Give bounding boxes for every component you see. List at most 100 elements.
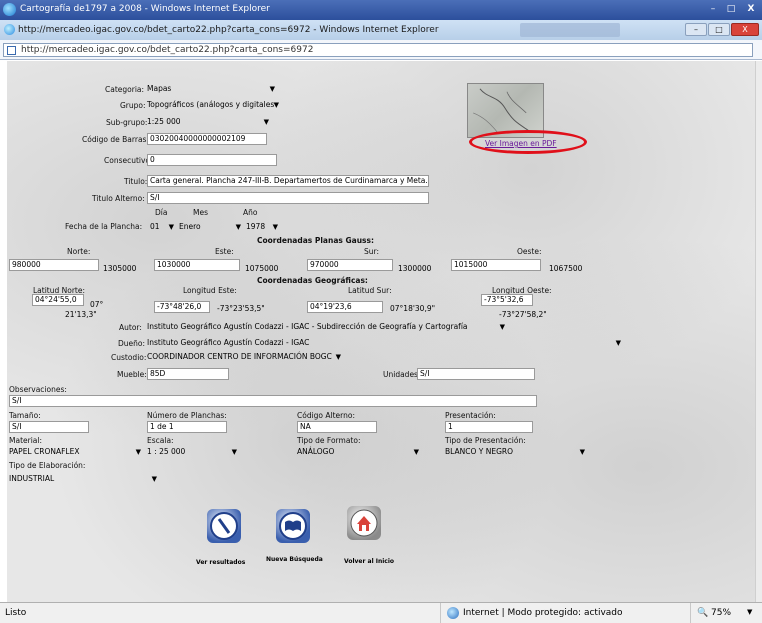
subgrupo-value: 1:25 000	[147, 117, 181, 126]
long-oeste-field[interactable]: -73°5'32,6	[481, 294, 533, 306]
grupo-value: Topográficos (análogos y digitales	[147, 100, 275, 109]
chevron-down-icon: ▼	[151, 475, 157, 483]
scrollbar[interactable]	[755, 61, 762, 602]
dueno-label: Dueño:	[118, 339, 146, 348]
ver-resultados-caption[interactable]: Ver resultados	[196, 559, 245, 566]
tipo-elaboracion-select[interactable]: INDUSTRIAL ▼	[9, 473, 159, 485]
material-value: PAPEL CRONAFLEX	[9, 447, 80, 456]
unidades-field[interactable]: S/I	[417, 368, 535, 380]
autor-value: Instituto Geográfico Agustín Codazzi - I…	[147, 322, 468, 331]
dia-value: 01	[150, 222, 160, 231]
long-este-field[interactable]: -73°48'26,0	[154, 301, 210, 313]
este-field[interactable]: 1030000	[154, 259, 240, 271]
escala-select[interactable]: 1 : 25 000 ▼	[147, 446, 239, 458]
chevron-down-icon: ▼	[231, 448, 237, 456]
tipo-presentacion-select[interactable]: BLANCO Y NEGRO ▼	[445, 446, 587, 458]
ie-logo-icon	[4, 24, 15, 35]
long-este-label: Longitud Este:	[183, 286, 237, 295]
nueva-busqueda-caption[interactable]: Nueva Búsqueda	[266, 556, 323, 563]
observaciones-field[interactable]: S/I	[9, 395, 537, 407]
custodio-select[interactable]: COORDINADOR CENTRO DE INFORMACIÓN BOGC ▼	[147, 351, 343, 363]
chevron-down-icon: ▼	[235, 223, 241, 231]
subgrupo-select[interactable]: 1:25 000 ▼	[147, 116, 271, 128]
address-url[interactable]: http://mercadeo.igac.gov.co/bdet_carto22…	[21, 45, 313, 55]
categoria-value: Mapas	[147, 84, 172, 93]
oeste-value2: 1067500	[549, 264, 583, 273]
page-icon	[7, 46, 16, 55]
address-field[interactable]: http://mercadeo.igac.gov.co/bdet_carto22…	[3, 43, 753, 57]
autor-select[interactable]: Instituto Geográfico Agustín Codazzi - I…	[147, 321, 507, 333]
este-value2: 1075000	[245, 264, 279, 273]
chevron-down-icon: ▼	[272, 223, 278, 231]
material-label: Material:	[9, 436, 42, 445]
long-oeste-value2: -73°27'58,2"	[499, 310, 547, 319]
escala-label: Escala:	[147, 436, 174, 445]
book-icon	[279, 512, 307, 540]
minimize-icon[interactable]: –	[704, 3, 722, 16]
mueble-label: Mueble:	[117, 370, 147, 379]
custodio-label: Custodio:	[111, 353, 147, 362]
presentacion-field[interactable]: 1	[445, 421, 533, 433]
globe-icon	[447, 607, 459, 619]
categoria-select[interactable]: Mapas ▼	[147, 83, 277, 95]
close-icon[interactable]: X	[742, 3, 760, 16]
long-este-value2: -73°23'53,5"	[217, 304, 265, 313]
tamano-field[interactable]: S/I	[9, 421, 89, 433]
subgrupo-label: Sub-grupo:	[106, 118, 148, 127]
anio-value: 1978	[246, 222, 266, 231]
chevron-down-icon: ▼	[263, 118, 269, 126]
volver-inicio-caption[interactable]: Volver al Inicio	[344, 558, 394, 565]
lat-sur-field[interactable]: 04°19'23,6	[307, 301, 383, 313]
autor-label: Autor:	[119, 323, 142, 332]
num-planchas-field[interactable]: 1 de 1	[147, 421, 227, 433]
norte-value2: 1305000	[103, 264, 137, 273]
inner-maximize-icon[interactable]: □	[708, 23, 730, 36]
inner-minimize-icon[interactable]: –	[685, 23, 707, 36]
anio-label: Año	[243, 208, 258, 217]
lat-norte-value3: 21'13,3"	[65, 310, 97, 319]
gauss-title: Coordenadas Planas Gauss:	[257, 236, 374, 245]
anio-select[interactable]: 1978 ▼	[246, 221, 280, 233]
codigo-barras-label: Código de Barras:	[82, 135, 149, 144]
inner-close-icon[interactable]: X	[731, 23, 759, 36]
mueble-field[interactable]: 85D	[147, 368, 229, 380]
title-bar-blur	[520, 23, 620, 37]
grupo-label: Grupo:	[120, 101, 146, 110]
grupo-select[interactable]: Topográficos (análogos y digitales ▼	[147, 99, 281, 111]
tipo-formato-value: ANÁLOGO	[297, 447, 335, 456]
zoom-icon: 🔍	[697, 608, 709, 618]
dia-select[interactable]: 01 ▼	[150, 221, 176, 233]
codigo-alterno-label: Código Alterno:	[297, 411, 355, 420]
mes-select[interactable]: Enero ▼	[179, 221, 243, 233]
maximize-icon[interactable]: □	[722, 3, 740, 16]
lat-sur-value2: 07°18'30,9"	[390, 304, 436, 313]
custodio-value: COORDINADOR CENTRO DE INFORMACIÓN BOGC	[147, 352, 332, 361]
material-select[interactable]: PAPEL CRONAFLEX ▼	[9, 446, 143, 458]
codigo-alterno-field[interactable]: NA	[297, 421, 377, 433]
chevron-down-icon[interactable]: ▼	[747, 608, 752, 616]
ver-resultados-button[interactable]	[207, 509, 241, 543]
titulo-alterno-field[interactable]: S/I	[147, 192, 429, 204]
ie-logo-icon	[3, 3, 16, 16]
dueno-select[interactable]: Instituto Geográfico Agustín Codazzi - I…	[147, 337, 623, 349]
oeste-field[interactable]: 1015000	[451, 259, 541, 271]
titulo-field[interactable]: Carta general. Plancha 247-III-B. Depart…	[147, 175, 429, 187]
sur-field[interactable]: 970000	[307, 259, 393, 271]
chevron-down-icon: ▼	[168, 223, 174, 231]
security-zone[interactable]: Internet | Modo protegido: activado	[440, 603, 680, 623]
consecutivo-field[interactable]: 0	[147, 154, 277, 166]
zoom-control[interactable]: 🔍 75% ▼	[690, 603, 762, 623]
tipo-formato-select[interactable]: ANÁLOGO ▼	[297, 446, 421, 458]
norte-field[interactable]: 980000	[9, 259, 99, 271]
nueva-busqueda-button[interactable]	[276, 509, 310, 543]
geo-title: Coordenadas Geográficas:	[257, 276, 368, 285]
lat-norte-field[interactable]: 04°24'55,0	[32, 294, 84, 306]
inner-title-bar: http://mercadeo.igac.gov.co/bdet_carto22…	[0, 20, 762, 40]
zone-text: Internet | Modo protegido: activado	[463, 608, 623, 618]
volver-inicio-button[interactable]	[347, 506, 381, 540]
page-content: Ver Imagen en PDF Categoria: Mapas ▼ Grup…	[7, 61, 755, 602]
titulo-label: Titulo:	[124, 177, 148, 186]
highlight-circle	[469, 130, 587, 154]
codigo-barras-field[interactable]: 03020040000000002109	[147, 133, 267, 145]
chevron-down-icon: ▼	[269, 85, 275, 93]
